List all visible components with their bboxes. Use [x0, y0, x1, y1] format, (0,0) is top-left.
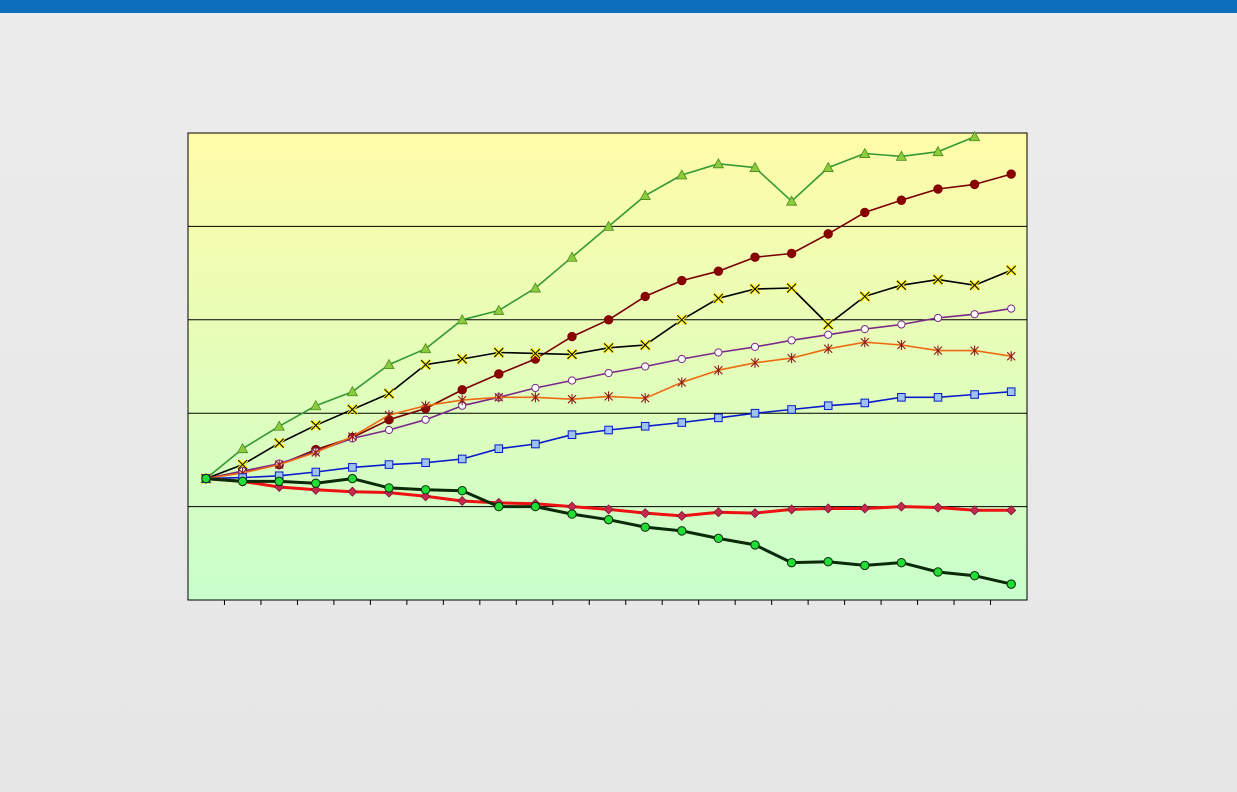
data-point: [933, 184, 943, 194]
data-point: [604, 425, 613, 435]
data-point: [860, 560, 870, 571]
data-point: [311, 478, 321, 488]
data-point: [714, 413, 723, 423]
data-point: [713, 533, 724, 544]
data-point: [713, 266, 724, 276]
data-point: [823, 229, 833, 239]
data-point: [531, 383, 540, 393]
data-point: [677, 275, 687, 286]
data-point: [1006, 387, 1016, 397]
data-point: [384, 425, 394, 435]
data-point: [384, 460, 394, 469]
data-point: [420, 485, 431, 495]
data-point: [823, 557, 833, 567]
data-point: [786, 248, 797, 259]
data-point: [933, 393, 943, 402]
data-point: [1006, 579, 1016, 589]
data-point: [677, 354, 686, 364]
data-point: [896, 195, 907, 205]
data-point: [531, 439, 540, 449]
data-point: [860, 325, 869, 334]
data-point: [457, 486, 467, 496]
data-point: [457, 385, 467, 395]
data-point: [237, 476, 248, 487]
data-point: [567, 331, 577, 342]
data-point: [677, 418, 687, 427]
data-point: [640, 421, 650, 431]
data-point: [714, 348, 723, 357]
data-point: [640, 522, 650, 532]
data-point: [640, 291, 650, 302]
data-point: [750, 408, 760, 418]
data-point: [457, 454, 467, 464]
data-point: [274, 476, 284, 487]
data-point: [750, 540, 760, 550]
data-point: [750, 252, 760, 262]
data-point: [787, 405, 796, 414]
line-chart: [187, 130, 1028, 605]
data-point: [567, 376, 577, 385]
data-point: [786, 557, 797, 568]
data-point: [421, 415, 430, 424]
data-point: [897, 393, 906, 402]
data-point: [311, 467, 321, 477]
data-point: [970, 390, 979, 399]
x-axis-ticks: [223, 600, 992, 605]
data-point: [787, 336, 796, 345]
data-point: [1006, 169, 1016, 179]
data-point: [896, 557, 907, 568]
data-point: [384, 483, 394, 493]
data-point: [567, 509, 577, 519]
data-point: [750, 342, 760, 351]
data-point: [421, 458, 430, 468]
data-point: [933, 567, 943, 577]
data-point: [603, 514, 614, 525]
data-point: [494, 501, 504, 512]
data-point: [347, 473, 358, 484]
data-point: [860, 207, 870, 218]
data-point: [604, 368, 613, 378]
data-point: [970, 310, 979, 319]
data-point: [494, 444, 504, 453]
data-point: [824, 330, 833, 339]
data-point: [530, 501, 541, 512]
data-point: [1007, 304, 1016, 313]
data-point: [897, 320, 906, 329]
data-point: [860, 398, 870, 408]
data-point: [494, 369, 504, 379]
data-point: [677, 526, 687, 536]
data-point: [567, 430, 577, 439]
data-point: [933, 313, 943, 323]
data-point: [641, 362, 650, 371]
data-point: [969, 571, 980, 581]
data-point: [201, 473, 211, 484]
data-point: [603, 315, 614, 325]
data-point: [348, 463, 357, 472]
data-point: [969, 179, 980, 190]
data-point: [823, 401, 833, 411]
